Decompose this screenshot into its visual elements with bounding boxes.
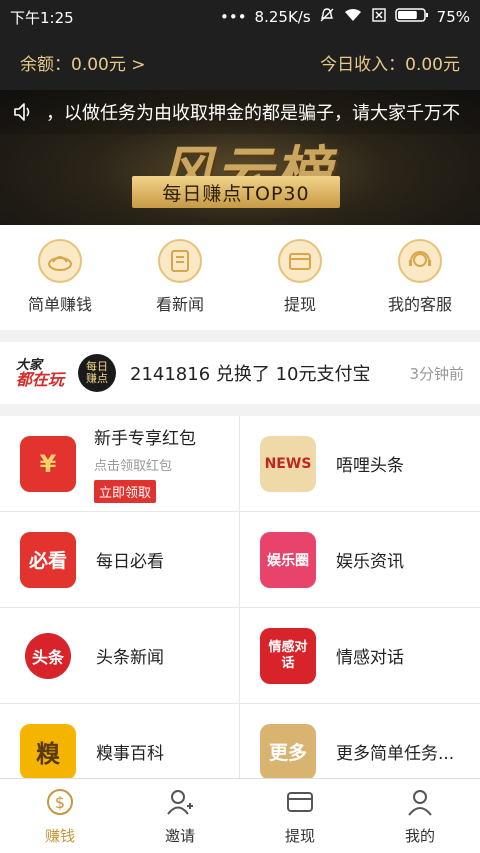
coin-icon: $ — [45, 787, 75, 821]
sim-off-icon — [371, 7, 387, 27]
wallet-icon — [278, 239, 322, 283]
emotion-icon: 情感对话 — [260, 627, 316, 684]
dajia-logo: 大家 都在玩 — [16, 358, 65, 389]
must-read-icon: 必看 — [20, 531, 76, 588]
customer-service-icon — [398, 239, 442, 283]
status-bar: 下午1:25 ••• 8.25K/s 75% — [0, 0, 480, 34]
wifi-icon — [343, 7, 363, 27]
nav-label: 提现 — [284, 826, 315, 845]
more-icon: 更多 — [260, 723, 316, 778]
task-wuli-toutiao[interactable]: NEWS 唔哩头条 — [240, 416, 479, 511]
quick-label: 提现 — [283, 295, 316, 314]
news-icon: NEWS — [260, 435, 316, 492]
banner-subtitle: 每日赚点TOP30 — [132, 176, 340, 208]
task-grid: ¥ 新手专享红包 点击领取红包 立即领取 NEWS 唔哩头条 必看 每日必看 娱… — [0, 416, 480, 778]
nav-label: 邀请 — [164, 826, 195, 845]
ticker-time: 3分钟前 — [409, 364, 464, 383]
task-label: 每日必看 — [96, 552, 164, 572]
news-doc-icon — [158, 239, 202, 283]
task-entertainment[interactable]: 娱乐圈 娱乐资讯 — [240, 512, 479, 607]
battery-icon — [394, 7, 429, 27]
svg-text:$: $ — [55, 793, 65, 812]
mute-icon — [319, 7, 335, 27]
quick-simple-earn[interactable]: 简单赚钱 — [0, 225, 120, 330]
money-bag-icon — [38, 239, 82, 283]
task-qiushi[interactable]: 糗 糗事百科 — [0, 704, 239, 778]
wallet-icon — [285, 787, 315, 821]
nav-invite[interactable]: 邀请 — [120, 779, 240, 853]
task-headline-news[interactable]: 头条 头条新闻 — [0, 608, 239, 703]
bottom-nav: $ 赚钱 邀请 提现 我的 — [0, 778, 480, 853]
task-label: 唔哩头条 — [336, 456, 404, 476]
task-label: 情感对话 — [336, 648, 404, 668]
nav-label: 赚钱 — [44, 826, 75, 845]
network-speed: 8.25K/s — [254, 8, 311, 26]
exchange-ticker: 大家 都在玩 每日 赚点 2141816 兑换了 10元支付宝 3分钟前 — [0, 342, 480, 404]
qiushi-icon: 糗 — [20, 723, 76, 778]
balance-bar: 余额：0.00元 > 今日收入：0.00元 — [0, 34, 480, 90]
entertainment-icon: 娱乐圈 — [260, 531, 316, 588]
leaderboard-banner[interactable]: 风云榜 每日赚点TOP30 ，以做任务为由收取押金的都是骗子，请大家千万不 — [0, 90, 480, 225]
task-label: 更多简单任务... — [336, 744, 455, 764]
notice-text: ，以做任务为由收取押金的都是骗子，请大家千万不 — [46, 103, 460, 124]
task-daily-must-read[interactable]: 必看 每日必看 — [0, 512, 239, 607]
quick-label: 简单赚钱 — [27, 295, 92, 314]
nav-label: 我的 — [404, 826, 435, 845]
quick-label: 我的客服 — [387, 295, 452, 314]
notice-marquee: ，以做任务为由收取押金的都是骗子，请大家千万不 — [0, 90, 480, 134]
battery-percent: 75% — [436, 8, 470, 26]
quick-withdraw[interactable]: 提现 — [240, 225, 360, 330]
quick-actions: 简单赚钱 看新闻 提现 我的客服 — [0, 225, 480, 330]
claim-button[interactable]: 立即领取 — [94, 480, 157, 503]
quick-read-news[interactable]: 看新闻 — [120, 225, 240, 330]
task-label: 糗事百科 — [96, 744, 164, 764]
meiri-zhuandian-logo: 每日 赚点 — [78, 354, 116, 392]
dots-icon: ••• — [220, 8, 247, 26]
task-emotion-talk[interactable]: 情感对话 情感对话 — [240, 608, 479, 703]
red-packet-icon: ¥ — [20, 435, 76, 492]
ticker-text: 2141816 兑换了 10元支付宝 — [130, 364, 371, 385]
toutiao-icon: 头条 — [20, 627, 76, 684]
task-title: 新手专享红包 — [94, 429, 196, 449]
balance-link[interactable]: 余额：0.00元 > — [20, 50, 146, 75]
task-more[interactable]: 更多 更多简单任务... — [240, 704, 479, 778]
today-income: 今日收入：0.00元 — [320, 54, 460, 75]
nav-withdraw[interactable]: 提现 — [240, 779, 360, 853]
add-user-icon — [165, 787, 195, 821]
task-label: 头条新闻 — [96, 648, 164, 668]
nav-earn[interactable]: $ 赚钱 — [0, 779, 120, 853]
task-label: 娱乐资讯 — [336, 552, 404, 572]
status-time: 下午1:25 — [10, 8, 74, 27]
task-subtitle: 点击领取红包 — [94, 459, 173, 474]
profile-icon — [405, 787, 435, 821]
task-newbie-redpacket[interactable]: ¥ 新手专享红包 点击领取红包 立即领取 — [0, 416, 239, 511]
quick-customer-service[interactable]: 我的客服 — [360, 225, 480, 330]
quick-label: 看新闻 — [155, 295, 204, 314]
speaker-icon — [0, 101, 46, 123]
nav-profile[interactable]: 我的 — [360, 779, 480, 853]
